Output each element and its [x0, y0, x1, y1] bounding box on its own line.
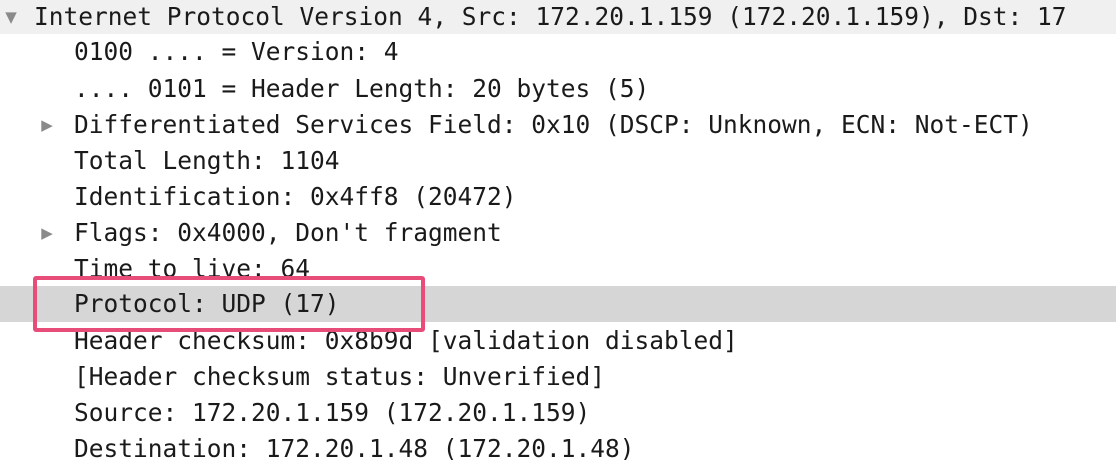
- tree-row-label: Time to live: 64: [74, 254, 311, 281]
- tree-row-ipv4[interactable]: ▼ Internet Protocol Version 4, Src: 172.…: [0, 0, 1116, 34]
- tree-row-label: Internet Protocol Version 4, Src: 172.20…: [34, 2, 1067, 31]
- expand-triangle-icon[interactable]: ▶: [36, 215, 58, 251]
- expand-triangle-icon[interactable]: ▶: [36, 107, 58, 143]
- collapse-triangle-icon[interactable]: ▼: [0, 0, 22, 34]
- tree-row-label: Header checksum: 0x8b9d [validation disa…: [74, 329, 738, 355]
- tree-row-label: Protocol: UDP (17): [74, 289, 340, 318]
- tree-row-label: Differentiated Services Field: 0x10 (DSC…: [74, 110, 1033, 139]
- tree-row-flags[interactable]: ▶ Flags: 0x4000, Don't fragment: [0, 215, 1116, 251]
- tree-row-checksum-status[interactable]: [Header checksum status: Unverified]: [0, 359, 1116, 395]
- tree-row-destination[interactable]: Destination: 172.20.1.48 (172.20.1.48): [0, 431, 1116, 460]
- packet-details-tree: ▼ Internet Protocol Version 4, Src: 172.…: [0, 0, 1116, 460]
- tree-row-label: 0100 .... = Version: 4: [74, 37, 399, 66]
- tree-row-label: Source: 172.20.1.159 (172.20.1.159): [74, 398, 591, 427]
- tree-row-label: Total Length: 1104: [74, 146, 340, 175]
- tree-row-version[interactable]: 0100 .... = Version: 4: [0, 34, 1116, 70]
- tree-row-label: .... 0101 = Header Length: 20 bytes (5): [74, 74, 650, 103]
- tree-row-protocol[interactable]: Protocol: UDP (17): [0, 286, 1116, 322]
- tree-row-label: [Header checksum status: Unverified]: [74, 362, 606, 391]
- tree-row-header-length[interactable]: .... 0101 = Header Length: 20 bytes (5): [0, 71, 1116, 107]
- tree-row-label: Identification: 0x4ff8 (20472): [74, 182, 517, 211]
- tree-row-dsfield[interactable]: ▶ Differentiated Services Field: 0x10 (D…: [0, 107, 1116, 143]
- tree-row-ttl[interactable]: Time to live: 64: [0, 251, 1116, 281]
- tree-row-total-length[interactable]: Total Length: 1104: [0, 143, 1116, 179]
- tree-row-header-checksum[interactable]: Header checksum: 0x8b9d [validation disa…: [0, 329, 1116, 359]
- tree-row-label: Flags: 0x4000, Don't fragment: [74, 218, 502, 247]
- tree-row-source[interactable]: Source: 172.20.1.159 (172.20.1.159): [0, 395, 1116, 431]
- tree-row-identification[interactable]: Identification: 0x4ff8 (20472): [0, 179, 1116, 215]
- tree-row-label: Destination: 172.20.1.48 (172.20.1.48): [74, 434, 635, 460]
